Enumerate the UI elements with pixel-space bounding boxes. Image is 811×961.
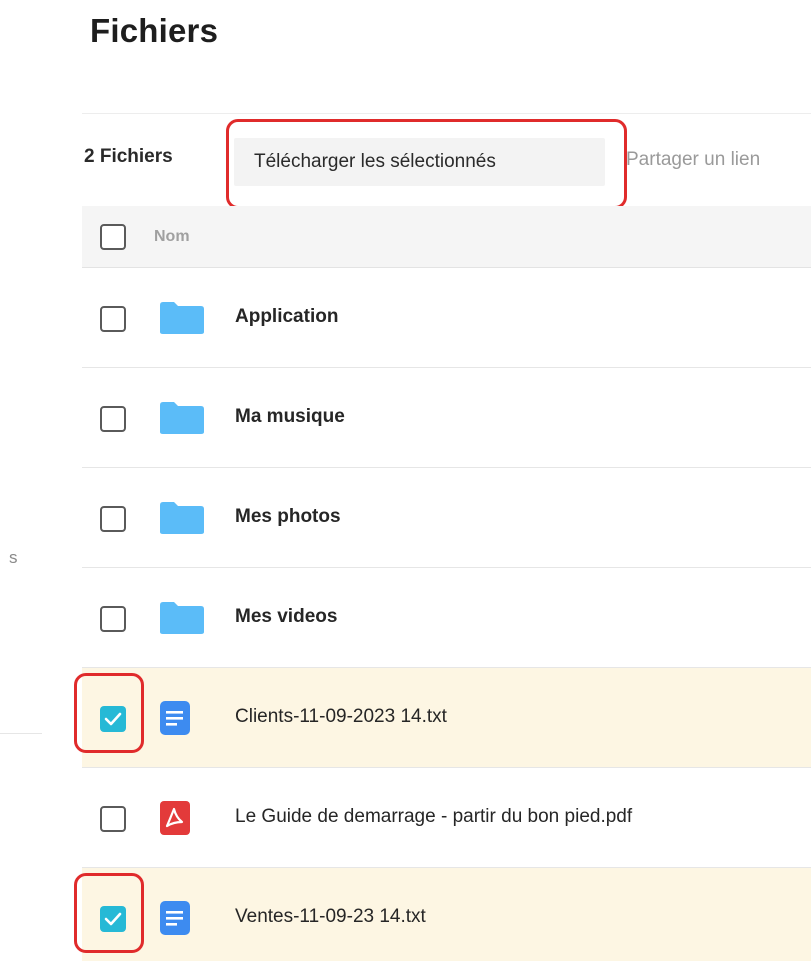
file-table: Nom Application Ma musique Mes photos Me…	[74, 206, 811, 961]
files-page: s Fichiers 2 Fichiers Télécharger les sé…	[0, 0, 811, 961]
select-all-checkbox[interactable]	[100, 224, 126, 250]
sidebar-item-label[interactable]: s	[9, 548, 18, 568]
divider	[82, 113, 811, 114]
file-name[interactable]: Le Guide de demarrage - partir du bon pi…	[235, 806, 632, 828]
main-content: Fichiers 2 Fichiers Télécharger les séle…	[74, 0, 811, 961]
check-icon	[104, 712, 122, 726]
row-checkbox[interactable]	[100, 906, 126, 932]
table-row[interactable]: Mes videos	[82, 568, 811, 668]
file-name[interactable]: Mes photos	[235, 506, 341, 528]
file-count: 2 Fichiers	[84, 146, 173, 167]
toolbar: 2 Fichiers Télécharger les sélectionnés …	[82, 116, 811, 209]
table-row[interactable]: Clients-11-09-2023 14.txt	[74, 668, 811, 768]
table-row[interactable]: Le Guide de demarrage - partir du bon pi…	[82, 768, 811, 868]
row-checkbox[interactable]	[100, 406, 126, 432]
row-checkbox[interactable]	[100, 306, 126, 332]
row-checkbox[interactable]	[100, 506, 126, 532]
text-file-icon	[160, 701, 190, 735]
folder-icon	[160, 302, 204, 334]
folder-icon	[160, 602, 204, 634]
table-row[interactable]: Ventes-11-09-23 14.txt	[74, 868, 811, 961]
table-row[interactable]: Ma musique	[82, 368, 811, 468]
row-checkbox[interactable]	[100, 706, 126, 732]
pdf-file-icon	[160, 801, 190, 835]
sidebar-divider	[0, 733, 42, 734]
file-name[interactable]: Mes videos	[235, 606, 337, 628]
folder-icon	[160, 502, 204, 534]
download-selected-button[interactable]: Télécharger les sélectionnés	[234, 138, 605, 186]
page-title: Fichiers	[90, 12, 219, 49]
file-name[interactable]: Ma musique	[235, 406, 345, 428]
table-row[interactable]: Mes photos	[82, 468, 811, 568]
row-checkbox[interactable]	[100, 806, 126, 832]
share-link-button[interactable]: Partager un lien	[626, 149, 760, 171]
check-icon	[104, 912, 122, 926]
folder-icon	[160, 402, 204, 434]
sidebar: s	[0, 0, 60, 961]
row-checkbox[interactable]	[100, 606, 126, 632]
column-header-name[interactable]: Nom	[154, 228, 190, 246]
text-file-icon	[160, 901, 190, 935]
file-name[interactable]: Clients-11-09-2023 14.txt	[235, 706, 447, 728]
file-name[interactable]: Application	[235, 306, 338, 328]
table-row[interactable]: Application	[82, 268, 811, 368]
table-header: Nom	[82, 206, 811, 268]
file-name[interactable]: Ventes-11-09-23 14.txt	[235, 906, 426, 928]
